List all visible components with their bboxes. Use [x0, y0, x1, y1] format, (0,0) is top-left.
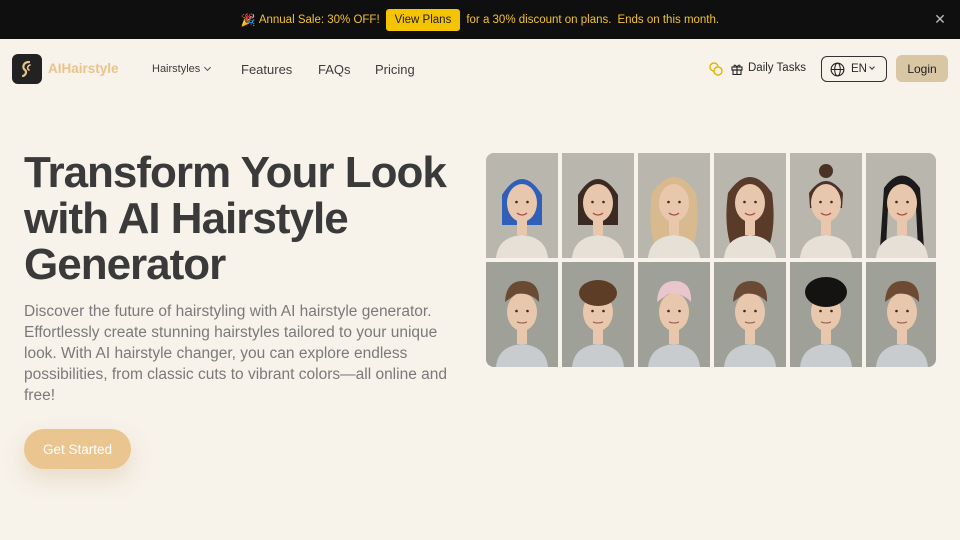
promo-ends-text: Ends on this month. [617, 13, 720, 26]
hairstyle-portrait-male[interactable] [486, 262, 558, 367]
hairstyle-portrait-male[interactable] [562, 262, 634, 367]
nav-hairstyles-label: Hairstyles [152, 63, 201, 75]
close-icon[interactable]: ✕ [933, 12, 947, 26]
portrait-illustration [714, 153, 786, 258]
portrait-illustration [638, 153, 710, 258]
promo-sale-text: Annual Sale: 30% OFF! [258, 13, 380, 26]
get-started-button[interactable]: Get Started [24, 429, 131, 469]
daily-tasks-link[interactable]: Daily Tasks [748, 62, 806, 74]
hair-swirl-icon [21, 60, 31, 78]
coins-icon[interactable] [709, 62, 723, 76]
portrait-illustration [790, 262, 862, 367]
hairstyle-portrait-female[interactable] [486, 153, 558, 258]
language-selector[interactable]: EN [821, 56, 887, 82]
hairstyle-portrait-male[interactable] [638, 262, 710, 367]
gift-icon [731, 64, 743, 75]
hairstyle-gallery [486, 153, 936, 367]
portrait-illustration [638, 262, 710, 367]
portrait-illustration [562, 262, 634, 367]
view-plans-button[interactable]: View Plans [385, 8, 461, 31]
hairstyle-portrait-female[interactable] [562, 153, 634, 258]
hairstyle-portrait-female[interactable] [866, 153, 936, 258]
nav-pricing[interactable]: Pricing [375, 62, 415, 77]
hairstyle-portrait-male[interactable] [866, 262, 936, 367]
portrait-illustration [486, 153, 558, 258]
chevron-down-icon [869, 64, 875, 70]
language-code: EN [851, 63, 867, 75]
portrait-illustration [714, 262, 786, 367]
top-navigation: AIHairstyle Hairstyles Features FAQs Pri… [0, 39, 960, 99]
nav-hairstyles-dropdown[interactable]: Hairstyles [152, 63, 212, 75]
portrait-illustration [486, 262, 558, 367]
hairstyle-portrait-female[interactable] [638, 153, 710, 258]
login-button[interactable]: Login [896, 55, 948, 82]
hairstyle-portrait-male[interactable] [714, 262, 786, 367]
hero-title: Transform Your Look with AI Hairstyle Ge… [24, 148, 447, 289]
brand-logo[interactable] [12, 54, 42, 84]
brand-name[interactable]: AIHairstyle [48, 61, 119, 76]
nav-features[interactable]: Features [241, 62, 292, 77]
portrait-illustration [866, 262, 936, 367]
portrait-illustration [866, 153, 936, 258]
nav-faqs[interactable]: FAQs [318, 62, 351, 77]
portrait-illustration [790, 153, 862, 258]
hero-description: Discover the future of hairstyling with … [24, 303, 447, 404]
hairstyle-portrait-female[interactable] [714, 153, 786, 258]
hairstyle-portrait-male[interactable] [790, 262, 862, 367]
promo-description: for a 30% discount on plans. [466, 13, 612, 26]
chevron-down-icon [204, 63, 212, 72]
globe-icon [830, 62, 845, 76]
portrait-illustration [562, 153, 634, 258]
hairstyle-portrait-female[interactable] [790, 153, 862, 258]
promo-banner: 🎉 Annual Sale: 30% OFF! View Plans for a… [0, 0, 960, 39]
party-popper-icon: 🎉 [240, 12, 256, 27]
